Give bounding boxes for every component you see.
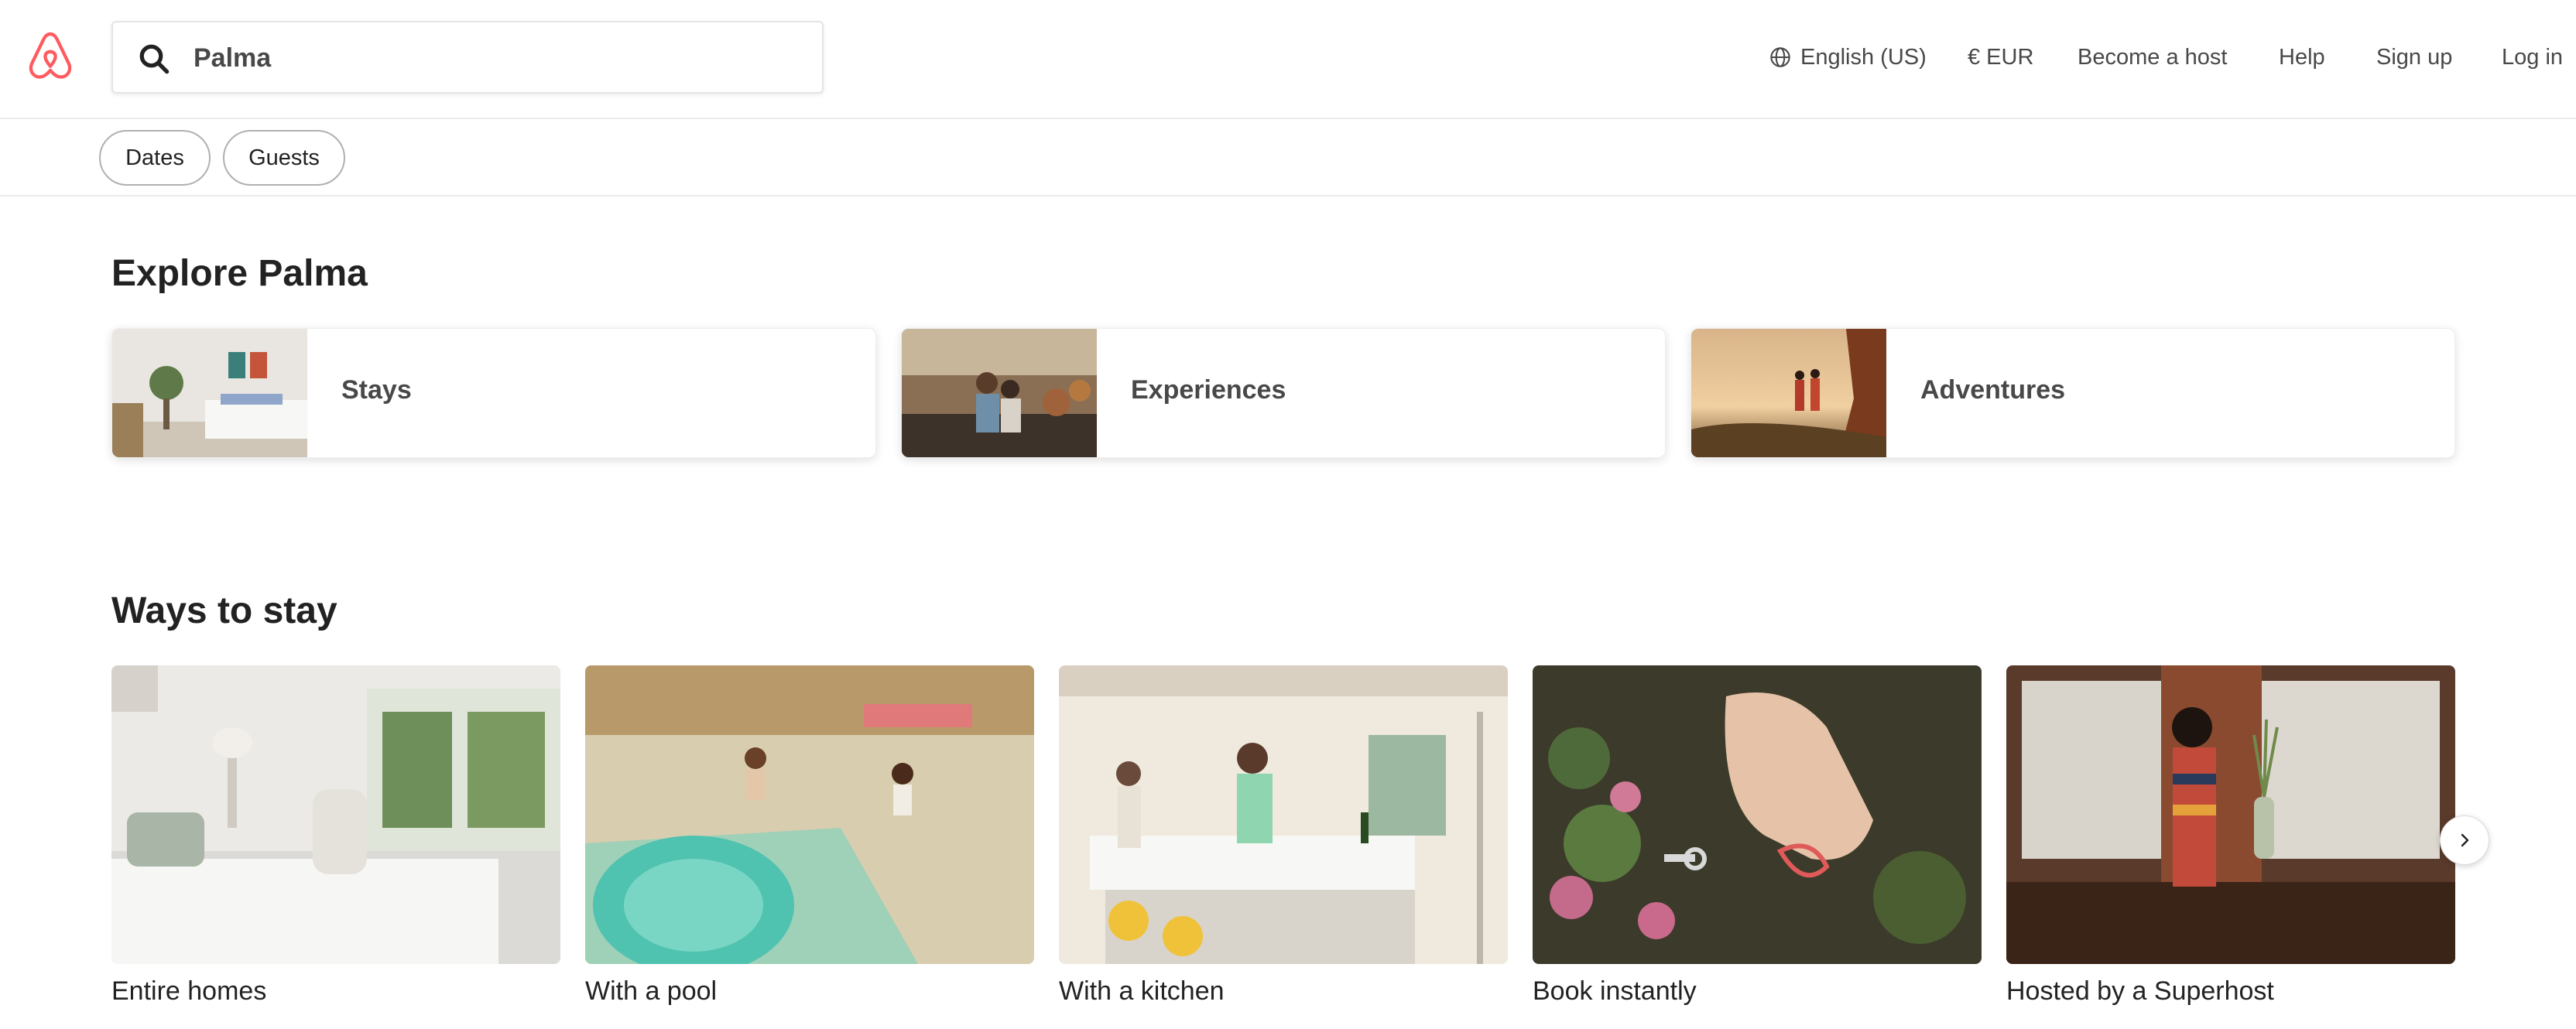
stay-card-label: With a kitchen	[1059, 976, 1225, 1006]
explore-card-stays[interactable]: Stays	[111, 328, 876, 458]
with-a-kitchen-photo	[1059, 665, 1508, 964]
help-label: Help	[2279, 44, 2325, 70]
globe-icon	[1770, 47, 1790, 67]
log-in-link[interactable]: Log in	[2502, 39, 2563, 76]
hosted-by-superhost-photo	[2006, 665, 2455, 964]
log-in-label: Log in	[2502, 44, 2564, 70]
stay-card-label: Hosted by a Superhost	[2006, 976, 2274, 1006]
explore-card-label: Adventures	[1920, 375, 2066, 405]
currency-selector[interactable]: € EUR	[1968, 39, 2033, 76]
language-selector[interactable]: English (US)	[1769, 39, 1927, 76]
guests-filter-label: Guests	[248, 145, 320, 170]
currency-label: € EUR	[1968, 44, 2034, 70]
stay-card-label: Entire homes	[111, 976, 267, 1006]
adventures-thumbnail	[1691, 329, 1886, 457]
explore-card-adventures[interactable]: Adventures	[1690, 328, 2455, 458]
explore-title: Explore Palma	[111, 253, 368, 294]
become-host-link[interactable]: Become a host	[2078, 39, 2227, 76]
chevron-right-icon	[2461, 833, 2469, 847]
with-a-pool-photo	[585, 665, 1034, 964]
dates-filter-label: Dates	[125, 145, 184, 170]
book-instantly-photo	[1533, 665, 1982, 964]
filter-bar: Dates Guests	[0, 119, 2576, 197]
sign-up-link[interactable]: Sign up	[2376, 39, 2452, 76]
sign-up-label: Sign up	[2376, 44, 2453, 70]
stay-card-label: Book instantly	[1533, 976, 1697, 1006]
stays-thumbnail	[112, 329, 307, 457]
explore-card-label: Stays	[341, 375, 412, 405]
explore-card-experiences[interactable]: Experiences	[901, 328, 1666, 458]
search-icon	[139, 44, 170, 74]
stay-card-label: With a pool	[585, 976, 718, 1006]
top-header: English (US) € EUR Become a host Help Si…	[0, 0, 2576, 119]
search-bar[interactable]	[111, 21, 824, 94]
explore-card-label: Experiences	[1131, 375, 1286, 405]
search-input[interactable]	[194, 36, 797, 80]
carousel-next-button[interactable]	[2440, 815, 2489, 865]
help-link[interactable]: Help	[2279, 39, 2325, 76]
become-host-label: Become a host	[2078, 44, 2228, 70]
experiences-thumbnail	[902, 329, 1097, 457]
guests-filter-button[interactable]: Guests	[223, 130, 345, 186]
airbnb-logo-icon[interactable]	[26, 31, 74, 82]
dates-filter-button[interactable]: Dates	[99, 130, 211, 186]
language-label: English (US)	[1800, 44, 1927, 70]
entire-homes-photo	[111, 665, 560, 964]
ways-to-stay-title: Ways to stay	[111, 590, 337, 631]
